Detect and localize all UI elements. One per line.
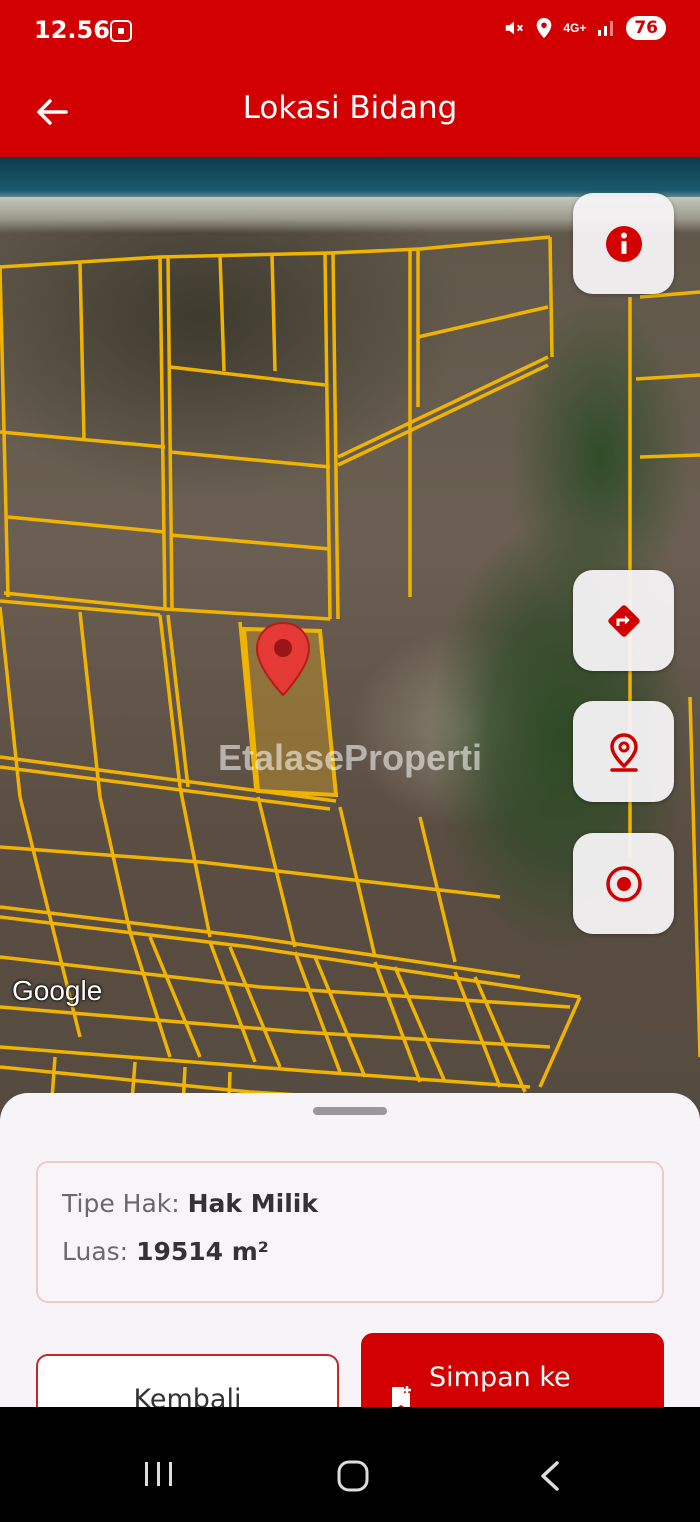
luas-row: Luas: 19514 m² [62,1237,269,1266]
location-pin-button[interactable] [573,701,674,802]
location-icon [536,17,552,39]
directions-button[interactable] [573,570,674,671]
map-marker-icon[interactable] [254,621,312,697]
home-icon [337,1460,369,1492]
info-button[interactable] [573,193,674,294]
mute-icon [506,21,524,35]
screen-record-icon [110,20,132,42]
luas-label: Luas: [62,1237,129,1266]
sheet-drag-handle[interactable] [313,1107,387,1115]
recent-apps-button[interactable] [142,1459,176,1494]
status-time: 12.56 [34,16,110,44]
nav-back-button[interactable] [535,1459,565,1498]
signal-icon [598,21,614,36]
system-nav-bar [0,1407,700,1522]
directions-icon [607,604,640,637]
map-view[interactable]: EtalaseProperti Google [0,157,700,1127]
tipe-hak-row: Tipe Hak: Hak Milik [62,1189,318,1218]
page-title: Lokasi Bidang [242,90,458,126]
tipe-hak-label: Tipe Hak: [62,1189,180,1218]
google-attribution: Google [12,975,103,1006]
status-icons: 4G+ 76 [503,16,666,40]
status-bar: 12.56 4G+ 76 [0,0,700,64]
parcel-info-card: Tipe Hak: Hak Milik Luas: 19514 m² [36,1161,664,1303]
luas-value: 19514 m² [136,1237,269,1266]
back-icon [541,1461,559,1491]
home-button[interactable] [336,1459,370,1498]
target-icon [605,865,642,902]
recent-apps-icon [145,1462,172,1486]
tipe-hak-value: Hak Milik [187,1189,318,1218]
location-pin-icon [609,732,638,772]
network-type: 4G+ [563,21,587,35]
top-bar: 12.56 4G+ 76 Lokasi Bidang [0,0,700,157]
bottom-sheet: Tipe Hak: Hak Milik Luas: 19514 m² Kemba… [0,1093,700,1444]
my-location-button[interactable] [573,833,674,934]
battery-level: 76 [626,16,666,40]
info-icon [605,225,642,262]
